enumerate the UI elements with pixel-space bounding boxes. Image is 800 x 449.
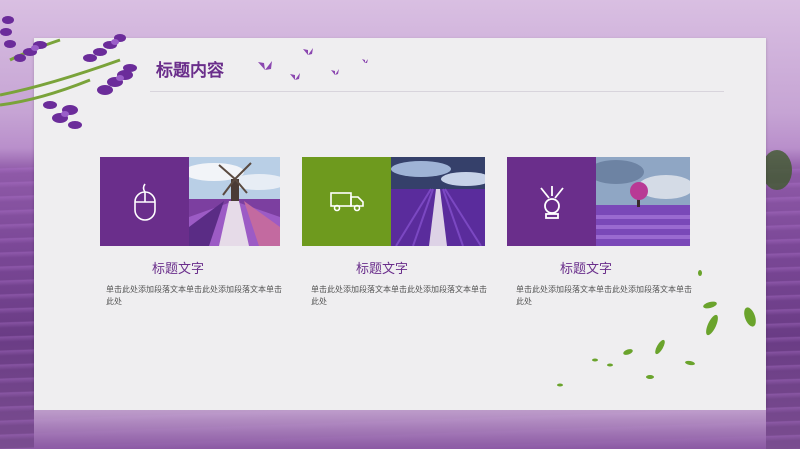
card-icon-tile bbox=[100, 157, 189, 246]
butterflies-icon bbox=[258, 48, 368, 80]
card-photo-rows bbox=[391, 157, 485, 246]
truck-icon bbox=[329, 191, 364, 211]
card-icon-tile bbox=[507, 157, 596, 246]
card-2 bbox=[302, 157, 485, 246]
bottom-field-strip bbox=[34, 410, 766, 449]
card-2-title: 标题文字 bbox=[355, 262, 408, 277]
card-1-description: 单击此处添加段落文本单击此处添加段落文本单击此处 bbox=[106, 285, 282, 306]
leaves-icon bbox=[557, 270, 756, 387]
lavender-sprig-icon bbox=[0, 16, 137, 129]
card-1 bbox=[100, 157, 280, 246]
card-1-title: 标题文字 bbox=[151, 262, 204, 277]
slide-title: 标题内容 bbox=[156, 61, 224, 81]
mouse-icon bbox=[133, 183, 156, 221]
title-divider bbox=[150, 91, 724, 92]
card-icon-tile bbox=[302, 157, 391, 246]
card-photo-tree bbox=[596, 157, 690, 246]
card-photo-windmill bbox=[189, 157, 280, 246]
tree-decoration bbox=[762, 150, 792, 190]
firewire-icon bbox=[539, 185, 564, 219]
card-2-description: 单击此处添加段落文本单击此处添加段落文本单击此处 bbox=[311, 285, 487, 306]
card-3 bbox=[507, 157, 690, 246]
